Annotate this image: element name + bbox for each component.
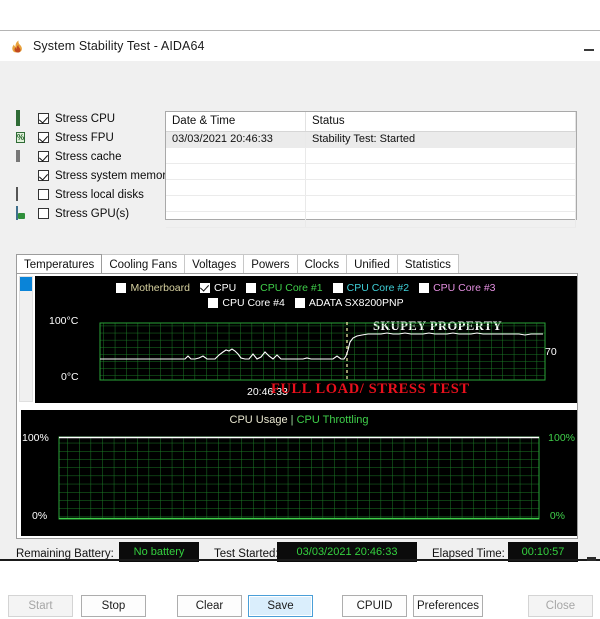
log-col-status-label: Status [312,115,345,127]
window-bottom-edge [0,559,600,561]
table-row[interactable] [166,196,576,212]
log-cell-datetime: 03/03/2021 20:46:33 [166,132,306,147]
charts-vertical-scrollbar[interactable] [19,276,33,402]
gpu-card-icon [16,207,33,221]
client-area: Stress CPU % Stress FPU Stress cache Str… [0,61,600,561]
button-bar: Start Stop Clear Save CPUID Preferences … [0,595,600,619]
stress-fpu-label: Stress FPU [55,132,114,144]
tab-statistics[interactable]: Statistics [397,254,459,273]
stress-disks-checkbox[interactable] [38,189,49,200]
stress-option-cpu[interactable]: Stress CPU [16,109,166,128]
stress-option-gpu[interactable]: Stress GPU(s) [16,204,166,223]
scrollbar-thumb[interactable] [20,277,32,291]
event-log-table[interactable]: Date & Time Status 03/03/2021 20:46:33 S… [165,111,577,220]
cpu-usage-chart: CPU Usage | CPU Throttling 100% 0% 100% … [21,410,577,536]
temperature-chart: Motherboard CPU CPU Core #1 [35,276,577,403]
log-col-status: Status [306,112,576,131]
fpu-percent-icon: % [16,131,33,145]
status-row: Remaining Battery: No battery Test Start… [0,542,600,570]
stress-option-fpu[interactable]: % Stress FPU [16,128,166,147]
stress-memory-label: Stress system memory [55,170,172,182]
stress-cpu-checkbox[interactable] [38,113,49,124]
log-row-datetime: 03/03/2021 20:46:33 [172,133,273,145]
title-bar: System Stability Test - AIDA64 [0,31,600,61]
memory-stick-icon [16,169,33,183]
table-row[interactable] [166,212,576,228]
flame-icon [9,38,25,54]
screenshot-root: System Stability Test - AIDA64 Stress CP… [0,0,600,600]
window-title: System Stability Test - AIDA64 [33,39,205,53]
tab-unified[interactable]: Unified [346,254,398,273]
log-header-row: Date & Time Status [166,112,576,132]
stress-cache-checkbox[interactable] [38,151,49,162]
minimize-button[interactable] [582,40,596,54]
stress-gpu-label: Stress GPU(s) [55,208,129,220]
table-row[interactable]: 03/03/2021 20:46:33 Stability Test: Star… [166,132,576,148]
log-cell-status: Stability Test: Started [306,132,576,147]
tab-cooling-fans[interactable]: Cooling Fans [101,254,185,273]
stress-gpu-checkbox[interactable] [38,208,49,219]
stress-options-list: Stress CPU % Stress FPU Stress cache Str… [16,109,166,223]
stress-memory-checkbox[interactable] [38,170,49,181]
preferences-button[interactable]: Preferences [413,595,483,617]
temperature-plot [35,276,577,403]
start-button[interactable]: Start [8,595,73,617]
log-row-status: Stability Test: Started [312,133,415,145]
table-row[interactable] [166,148,576,164]
stress-option-memory[interactable]: Stress system memory [16,166,166,185]
save-button[interactable]: Save [248,595,313,617]
hard-disk-icon [16,188,33,202]
cpu-chip-icon [16,112,33,126]
chart-tabs: Temperatures Cooling Fans Voltages Power… [16,254,458,273]
tab-temperatures[interactable]: Temperatures [16,254,102,273]
stress-option-cache[interactable]: Stress cache [16,147,166,166]
cpuid-button[interactable]: CPUID [342,595,407,617]
close-button[interactable]: Close [528,595,593,617]
tab-powers[interactable]: Powers [243,254,297,273]
charts-panel: Motherboard CPU CPU Core #1 [16,273,578,539]
log-col-datetime: Date & Time [166,112,306,131]
resize-grip[interactable] [587,557,596,561]
tab-voltages[interactable]: Voltages [184,254,244,273]
cache-icon [16,150,33,164]
stress-disks-label: Stress local disks [55,189,144,201]
tab-clocks[interactable]: Clocks [297,254,348,273]
aida64-window: System Stability Test - AIDA64 Stress CP… [0,30,600,560]
cpu-usage-plot [21,410,577,536]
stress-cache-label: Stress cache [55,151,121,163]
stress-option-disks[interactable]: Stress local disks [16,185,166,204]
table-row[interactable] [166,180,576,196]
log-col-datetime-label: Date & Time [172,115,235,127]
stop-button[interactable]: Stop [81,595,146,617]
table-row[interactable] [166,164,576,180]
stress-fpu-checkbox[interactable] [38,132,49,143]
stress-cpu-label: Stress CPU [55,113,115,125]
clear-button[interactable]: Clear [177,595,242,617]
